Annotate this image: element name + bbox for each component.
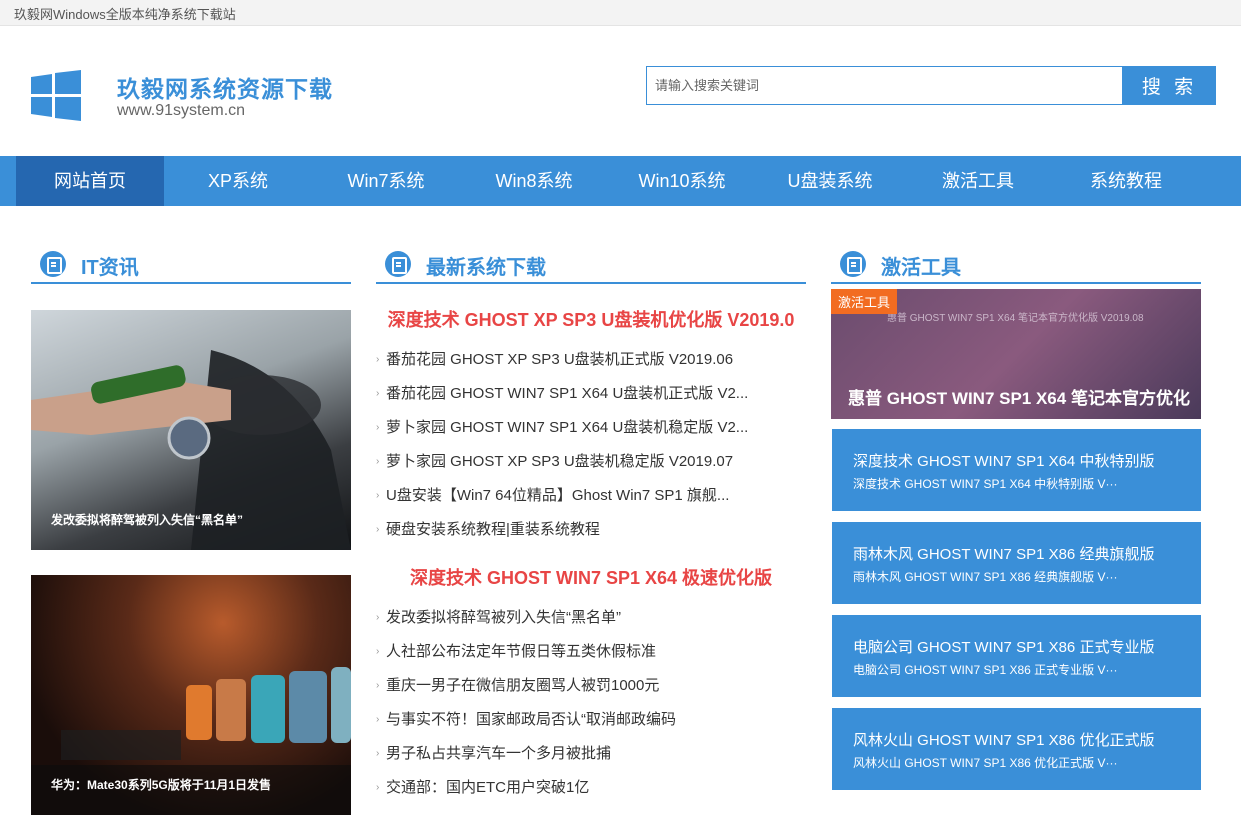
downloads-title: 最新系统下载 xyxy=(426,257,546,279)
list-item[interactable]: › 交通部：国内ETC用户突破1亿 xyxy=(376,774,806,798)
list-item-link[interactable]: 男子私占共享汽车一个多月被批捕 xyxy=(386,742,611,763)
downloads-header: 最新系统下载 xyxy=(376,248,806,284)
top-bar-text: 玖毅网Windows全版本纯净系统下载站 xyxy=(14,7,236,22)
search-button[interactable]: 搜 索 xyxy=(1123,66,1216,105)
list-item[interactable]: › 人社部公布法定年节假日等五类休假标准 xyxy=(376,638,806,662)
document-icon xyxy=(840,251,866,277)
featured-download-2[interactable]: 深度技术 GHOST WIN7 SP1 X64 极速优化版 xyxy=(376,564,806,590)
list-item[interactable]: › U盘安装【Win7 64位精品】Ghost Win7 SP1 旗舰... xyxy=(376,482,806,506)
site-name[interactable]: 玖毅网系统资源下载 xyxy=(117,70,333,104)
news-image-huawei[interactable]: 华为：Mate30系列5G版将于11月1日发售 xyxy=(31,575,351,815)
nav-item-win10[interactable]: Win10系统 xyxy=(608,156,756,206)
list-item-link[interactable]: 硬盘安装系统教程|重装系统教程 xyxy=(386,518,600,539)
list-item[interactable]: › 番茄花园 GHOST WIN7 SP1 X64 U盘装机正式版 V2... xyxy=(376,380,806,404)
bullet-icon: › xyxy=(376,680,380,691)
list-item[interactable]: › 萝卜家园 GHOST WIN7 SP1 X64 U盘装机稳定版 V2... xyxy=(376,414,806,438)
list-item-link[interactable]: 番茄花园 GHOST XP SP3 U盘装机正式版 V2019.06 xyxy=(386,348,733,369)
bullet-icon: › xyxy=(376,354,380,365)
news-caption-2[interactable]: 华为：Mate30系列5G版将于11月1日发售 xyxy=(51,776,271,793)
download-card[interactable]: 风林火山 GHOST WIN7 SP1 X86 优化正式版 风林火山 GHOST… xyxy=(832,708,1201,790)
list-item-link[interactable]: 重庆一男子在微信朋友圈骂人被罚1000元 xyxy=(386,674,659,695)
bullet-icon: › xyxy=(376,782,380,793)
list-item-link[interactable]: 交通部：国内ETC用户突破1亿 xyxy=(386,776,589,797)
activation-tag-badge: 激活工具 xyxy=(831,289,898,314)
news-image-drunk-driving[interactable]: 发改委拟将醉驾被列入失信“黑名单” xyxy=(31,310,351,550)
list-item[interactable]: › 番茄花园 GHOST XP SP3 U盘装机正式版 V2019.06 xyxy=(376,346,806,370)
news-caption-1[interactable]: 发改委拟将醉驾被列入失信“黑名单” xyxy=(51,511,243,528)
list-item[interactable]: › 萝卜家园 GHOST XP SP3 U盘装机稳定版 V2019.07 xyxy=(376,448,806,472)
bullet-icon: › xyxy=(376,612,380,623)
list-item-link[interactable]: 与事实不符！国家邮政局否认“取消邮政编码 xyxy=(386,708,676,729)
bullet-icon: › xyxy=(376,422,380,433)
nav-item-win7[interactable]: Win7系统 xyxy=(312,156,460,206)
bullet-icon: › xyxy=(376,646,380,657)
nav-item-activation[interactable]: 激活工具 xyxy=(904,156,1052,206)
nav-item-xp[interactable]: XP系统 xyxy=(164,156,312,206)
activation-header: 激活工具 xyxy=(831,248,1201,284)
card-title[interactable]: 风林火山 GHOST WIN7 SP1 X86 优化正式版 xyxy=(853,729,1154,750)
nav-item-tutorials[interactable]: 系统教程 xyxy=(1052,156,1200,206)
bullet-icon: › xyxy=(376,524,380,535)
activation-title: 激活工具 xyxy=(881,257,961,279)
list-item[interactable]: › 发改委拟将醉驾被列入失信“黑名单” xyxy=(376,604,806,628)
bullet-icon: › xyxy=(376,748,380,759)
download-card[interactable]: 电脑公司 GHOST WIN7 SP1 X86 正式专业版 电脑公司 GHOST… xyxy=(832,615,1201,697)
activation-banner-caption[interactable]: 惠普 GHOST WIN7 SP1 X64 笔记本官方优化 xyxy=(848,384,1190,409)
bullet-icon: › xyxy=(376,714,380,725)
bullet-icon: › xyxy=(376,388,380,399)
nav-item-home[interactable]: 网站首页 xyxy=(16,156,164,206)
banner-image-text: 惠普 GHOST WIN7 SP1 X64 笔记本官方优化版 V2019.08 xyxy=(887,313,1144,324)
document-icon xyxy=(40,251,66,277)
list-item[interactable]: › 重庆一男子在微信朋友圈骂人被罚1000元 xyxy=(376,672,806,696)
nav-item-usb-install[interactable]: U盘装系统 xyxy=(756,156,904,206)
download-card[interactable]: 雨林木风 GHOST WIN7 SP1 X86 经典旗舰版 雨林木风 GHOST… xyxy=(832,522,1201,604)
card-subtitle[interactable]: 电脑公司 GHOST WIN7 SP1 X86 正式专业版 V··· xyxy=(853,661,1117,678)
download-card[interactable]: 深度技术 GHOST WIN7 SP1 X64 中秋特别版 深度技术 GHOST… xyxy=(832,429,1201,511)
site-url: www.91system.cn xyxy=(117,102,246,119)
nav-item-win8[interactable]: Win8系统 xyxy=(460,156,608,206)
search-input[interactable] xyxy=(646,66,1123,105)
list-item-link[interactable]: 萝卜家园 GHOST WIN7 SP1 X64 U盘装机稳定版 V2... xyxy=(386,416,748,437)
list-item-link[interactable]: 萝卜家园 GHOST XP SP3 U盘装机稳定版 V2019.07 xyxy=(386,450,733,471)
top-bar: 玖毅网Windows全版本纯净系统下载站 xyxy=(0,0,1241,26)
card-subtitle[interactable]: 雨林木风 GHOST WIN7 SP1 X86 经典旗舰版 V··· xyxy=(853,568,1117,585)
windows-logo-icon[interactable] xyxy=(31,70,81,122)
list-item[interactable]: › 硬盘安装系统教程|重装系统教程 xyxy=(376,516,806,540)
activation-banner[interactable]: 惠普 GHOST WIN7 SP1 X64 笔记本官方优化版 V2019.08 … xyxy=(831,289,1201,419)
list-item-link[interactable]: U盘安装【Win7 64位精品】Ghost Win7 SP1 旗舰... xyxy=(386,484,729,505)
list-item[interactable]: › 与事实不符！国家邮政局否认“取消邮政编码 xyxy=(376,706,806,730)
list-item[interactable]: › 男子私占共享汽车一个多月被批捕 xyxy=(376,740,806,764)
featured-download-1[interactable]: 深度技术 GHOST XP SP3 U盘装机优化版 V2019.0 xyxy=(376,306,806,332)
card-subtitle[interactable]: 风林火山 GHOST WIN7 SP1 X86 优化正式版 V··· xyxy=(853,754,1117,771)
card-title[interactable]: 深度技术 GHOST WIN7 SP1 X64 中秋特别版 xyxy=(853,450,1154,471)
bullet-icon: › xyxy=(376,490,380,501)
card-title[interactable]: 雨林木风 GHOST WIN7 SP1 X86 经典旗舰版 xyxy=(853,543,1154,564)
document-icon xyxy=(385,251,411,277)
it-news-header: IT资讯 xyxy=(31,248,351,284)
card-subtitle[interactable]: 深度技术 GHOST WIN7 SP1 X64 中秋特别版 V··· xyxy=(853,475,1117,492)
list-item-link[interactable]: 发改委拟将醉驾被列入失信“黑名单” xyxy=(386,606,621,627)
it-news-title: IT资讯 xyxy=(81,257,139,279)
bullet-icon: › xyxy=(376,456,380,467)
card-title[interactable]: 电脑公司 GHOST WIN7 SP1 X86 正式专业版 xyxy=(853,636,1154,657)
list-item-link[interactable]: 番茄花园 GHOST WIN7 SP1 X64 U盘装机正式版 V2... xyxy=(386,382,748,403)
list-item-link[interactable]: 人社部公布法定年节假日等五类休假标准 xyxy=(386,640,656,661)
main-nav: 网站首页 XP系统 Win7系统 Win8系统 Win10系统 U盘装系统 激活… xyxy=(0,156,1241,206)
